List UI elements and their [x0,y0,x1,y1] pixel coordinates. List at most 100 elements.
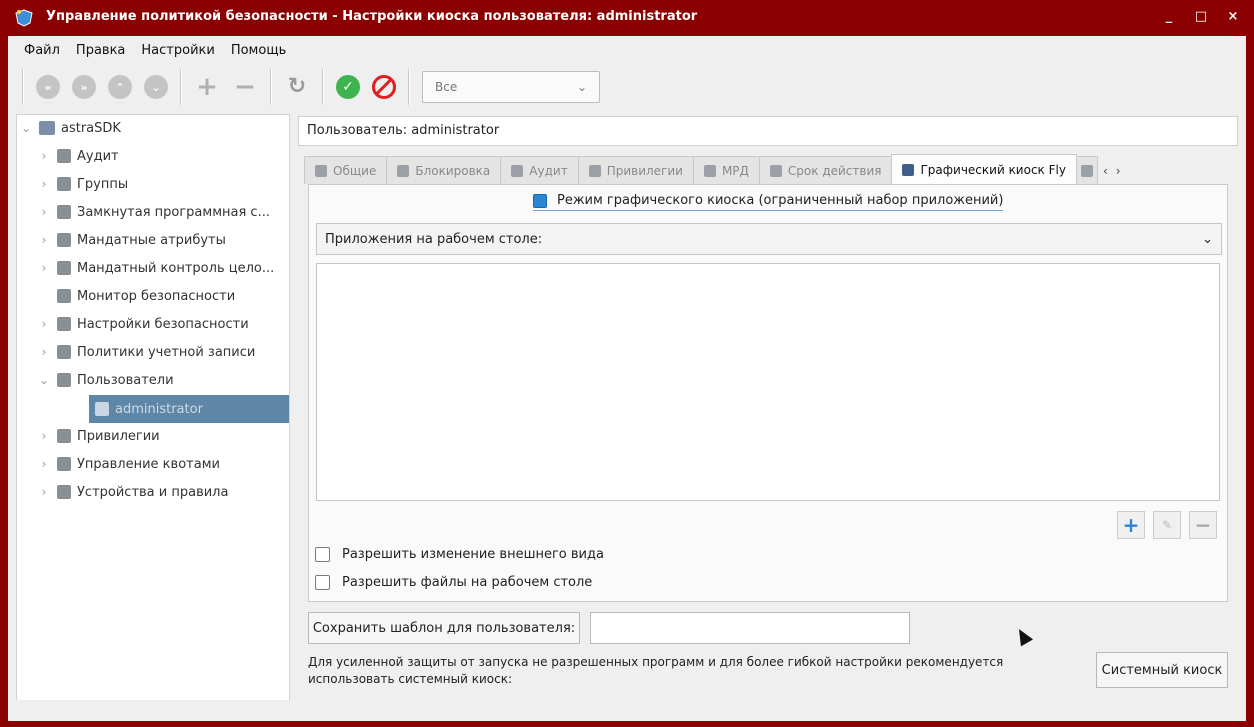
close-button[interactable]: × [1226,9,1240,24]
audit-icon [511,164,524,177]
tree-item-account-policies[interactable]: › Политики учетной записи [37,339,256,365]
tab-lock[interactable]: Блокировка [386,156,502,184]
toolbar-separator [408,69,410,105]
remove-app-button[interactable]: − [1189,511,1217,539]
tree-item-label: Монитор безопасности [77,288,236,304]
tree-item-label: Привилегии [77,428,160,444]
expand-arrow-icon[interactable]: › [37,233,51,247]
clock-icon [1080,164,1093,177]
allow-appearance-label: Разрешить изменение внешнего вида [342,547,604,562]
tree-item-administrator[interactable]: administrator [89,395,289,423]
tab-more[interactable] [1075,156,1098,184]
remove-icon[interactable]: − [232,74,258,100]
user-field: Пользователь: administrator [298,116,1238,146]
tree-item-label: Настройки безопасности [77,316,249,332]
system-kiosk-button[interactable]: Системный киоск [1096,652,1228,688]
tab-mrd[interactable]: МРД [692,156,760,184]
refresh-icon[interactable]: ↻ [284,74,310,100]
quota-icon [57,457,71,471]
expand-arrow-icon[interactable]: › [37,429,51,443]
menu-help[interactable]: Помощь [223,43,294,58]
tree-item-integrity-control[interactable]: › Мандатный контроль цело... [37,255,275,281]
tree-item-mandatory-attrs[interactable]: › Мандатные атрибуты [37,227,226,253]
kiosk-icon [902,163,915,176]
forward-icon[interactable]: » [72,75,96,99]
collapse-arrow-icon[interactable]: ⌄ [19,121,33,135]
tree-item-label: Мандатные атрибуты [77,232,226,248]
title-bar[interactable]: Управление политикой безопасности - Наст… [0,0,1254,36]
main-area: Пользователь: administrator Общие Блокир… [298,114,1238,712]
tab-audit[interactable]: Аудит [500,156,579,184]
minimize-button[interactable]: _ [1162,9,1176,24]
tab-expiry[interactable]: Срок действия [758,156,893,184]
tree-item-privileges[interactable]: › Привилегии [37,423,160,449]
calendar-icon [769,164,782,177]
list-buttons: + ✎ − [1117,511,1217,539]
collapse-arrow-icon[interactable]: ⌄ [37,373,51,387]
expand-arrow-icon[interactable]: › [37,317,51,331]
apply-icon[interactable]: ✓ [336,75,360,99]
toolbar-separator [270,69,272,105]
tree-item-users[interactable]: ⌄ Пользователи [37,367,174,393]
checkbox-icon[interactable] [315,575,330,590]
expand-arrow-icon[interactable]: › [37,149,51,163]
apps-combo[interactable]: Приложения на рабочем столе: ⌄ [316,223,1222,255]
scroll-left-icon[interactable]: ‹ [1103,164,1108,178]
add-app-button[interactable]: + [1117,511,1145,539]
app-logo-icon [15,9,33,27]
toolbar-separator [180,69,182,105]
kiosk-panel: Режим графического киоска (ограниченный … [308,184,1228,602]
down-icon[interactable]: ⌄ [144,75,168,99]
tree-item-security-settings[interactable]: › Настройки безопасности [37,311,249,337]
expand-arrow-icon[interactable]: › [37,177,51,191]
tree-item-groups[interactable]: › Группы [37,171,129,197]
edit-app-button[interactable]: ✎ [1153,511,1181,539]
maximize-button[interactable]: □ [1194,9,1208,24]
save-template-button[interactable]: Сохранить шаблон для пользователя: [308,612,580,644]
security-monitor-icon [57,289,71,303]
tab-graphic-kiosk[interactable]: Графический киоск Fly [891,154,1077,184]
tree-item-audit[interactable]: › Аудит [37,143,119,169]
kiosk-mode-checkbox[interactable]: Режим графического киоска (ограниченный … [533,193,1004,211]
lock-icon [397,164,410,177]
cancel-icon[interactable] [372,75,396,99]
menu-settings[interactable]: Настройки [133,43,222,58]
expand-arrow-icon[interactable]: › [37,205,51,219]
toolbar-separator [322,69,324,105]
tree-item-quota[interactable]: › Управление квотами [37,451,220,477]
tree-root-label: astraSDK [61,120,121,136]
template-name-input[interactable] [590,612,910,644]
checkbox-checked-icon[interactable] [533,193,547,208]
expand-arrow-icon[interactable]: › [37,345,51,359]
menu-edit[interactable]: Правка [68,43,133,58]
add-icon[interactable]: + [194,74,220,100]
audit-icon [57,149,71,163]
allow-desktop-files-checkbox[interactable]: Разрешить файлы на рабочем столе [315,575,592,590]
menu-file[interactable]: Файл [16,43,68,58]
privileges-icon [57,429,71,443]
window-title: Управление политикой безопасности - Наст… [46,9,698,24]
tree-item-closed-env[interactable]: › Замкнутая программная с... [37,199,270,225]
tree-item-security-monitor[interactable]: Монитор безопасности [51,283,235,309]
expand-arrow-icon[interactable]: › [37,457,51,471]
up-icon[interactable]: ⌃ [108,75,132,99]
scroll-right-icon[interactable]: › [1116,164,1121,178]
tab-label: Аудит [529,163,568,178]
expand-arrow-icon[interactable]: › [37,485,51,499]
tab-privileges[interactable]: Привилегии [577,156,694,184]
apps-list[interactable] [316,263,1220,501]
apps-combo-label: Приложения на рабочем столе: [325,231,543,247]
mandatory-attrs-icon [57,233,71,247]
tab-general[interactable]: Общие [304,156,388,184]
user-icon [95,402,109,416]
tree-item-devices[interactable]: › Устройства и правила [37,479,229,505]
tab-label: Блокировка [415,163,491,178]
toolbar: « » ⌃ ⌄ + − ↻ ✓ Все ⌄ [8,66,1246,108]
checkbox-icon[interactable] [315,547,330,562]
tree-root[interactable]: ⌄ astraSDK [19,115,121,141]
expand-arrow-icon[interactable]: › [37,261,51,275]
filter-select[interactable]: Все ⌄ [422,71,600,103]
client-area: Файл Правка Настройки Помощь « » ⌃ ⌄ + −… [8,36,1246,721]
back-icon[interactable]: « [36,75,60,99]
allow-appearance-checkbox[interactable]: Разрешить изменение внешнего вида [315,547,604,562]
